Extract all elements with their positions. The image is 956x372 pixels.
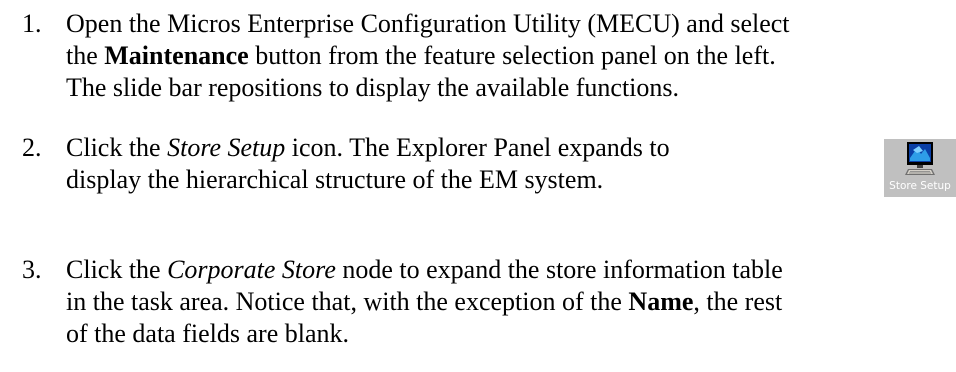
store-setup-term: Store Setup: [167, 133, 286, 162]
text-line: display the hierarchical structure of th…: [66, 165, 604, 194]
corporate-store-term: Corporate Store: [167, 255, 336, 284]
step-text: Click the Store Setup icon. The Explorer…: [66, 132, 670, 196]
step-number: 2.: [22, 133, 42, 162]
maintenance-term: Maintenance: [104, 41, 249, 70]
text-line: The slide bar repositions to display the…: [66, 73, 680, 102]
text-line: in the task area. Notice that, with the …: [66, 287, 783, 316]
step-number: 3.: [22, 255, 42, 284]
icon-caption: Store Setup: [889, 180, 951, 192]
text-line: Click the Store Setup icon. The Explorer…: [66, 133, 670, 162]
text-line: Click the Corporate Store node to expand…: [66, 255, 783, 284]
step-number: 1.: [22, 9, 42, 38]
text-line: of the data fields are blank.: [66, 319, 349, 348]
name-term: Name: [628, 287, 694, 316]
store-setup-icon-button[interactable]: Store Setup: [884, 139, 956, 197]
step-text: Click the Corporate Store node to expand…: [66, 254, 783, 350]
text-line: Open the Micros Enterprise Configuration…: [66, 9, 790, 38]
computer-monitor-icon: [905, 142, 935, 175]
step-text: Open the Micros Enterprise Configuration…: [66, 8, 790, 104]
text-line: the Maintenance button from the feature …: [66, 41, 776, 70]
